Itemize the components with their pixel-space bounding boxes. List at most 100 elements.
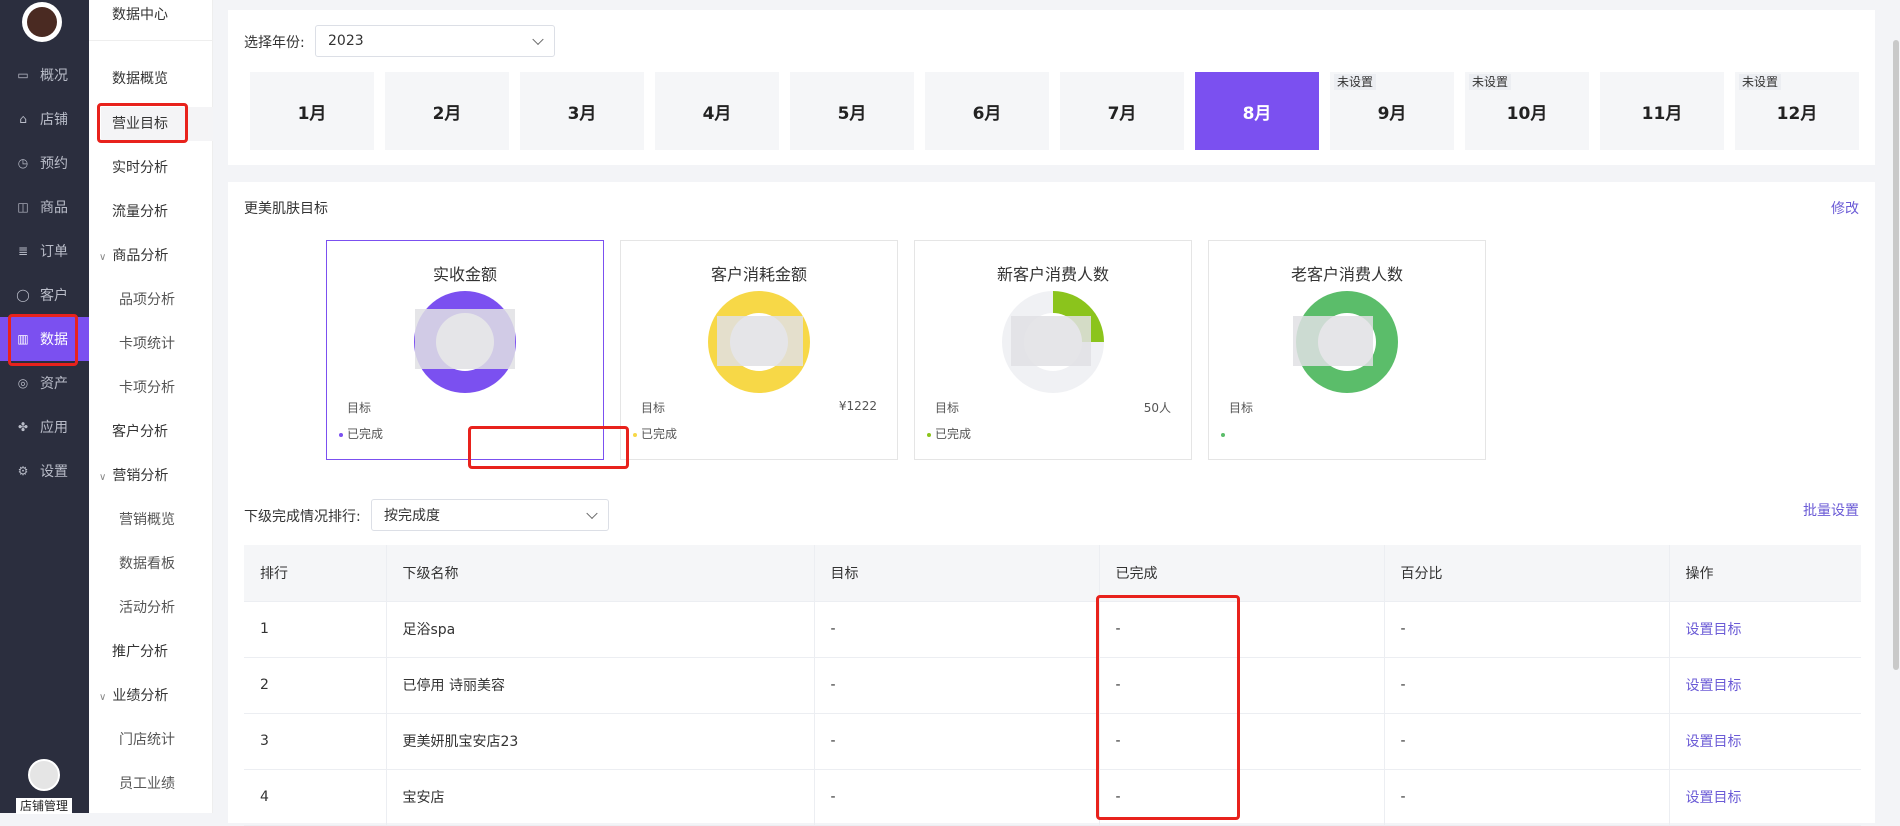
column-header: 百分比: [1384, 545, 1670, 602]
avatar[interactable]: [28, 759, 60, 791]
month-tab-12[interactable]: 未设置 12月: [1735, 72, 1859, 150]
rank-cell: 1: [244, 601, 387, 658]
sub-item-realtime[interactable]: 实时分析: [112, 158, 168, 178]
goal-card-title: 实收金额: [432, 265, 497, 284]
nav-item-apps[interactable]: ✤ 应用: [0, 405, 89, 449]
goal-card-title: 客户消耗金额: [710, 265, 807, 284]
nav-item-label: 店铺: [40, 112, 68, 128]
blurred-value: [415, 309, 515, 369]
month-label: 4月: [702, 103, 732, 124]
chevron-down-icon: ∨: [99, 252, 107, 263]
year-select[interactable]: 2023: [315, 25, 555, 57]
nav-item-settings[interactable]: ⚙ 设置: [0, 449, 89, 493]
goal-card-new-customers[interactable]: 新客户消费人数 目标 50人 已完成: [914, 240, 1192, 460]
sub-item-performance-analysis[interactable]: ∨ 业绩分析: [99, 686, 168, 706]
target-label: 目标: [935, 401, 960, 415]
nav-item-label: 资产: [40, 376, 68, 392]
table-row: 1 足浴spa - - - 设置目标: [244, 601, 1861, 658]
batch-settings-link[interactable]: 批量设置: [1803, 500, 1859, 520]
month-tab-10[interactable]: 未设置 10月: [1465, 72, 1589, 150]
name-cell: 足浴spa: [386, 601, 815, 658]
chevron-down-icon: ∨: [99, 692, 107, 703]
table-row: 3 更美妍肌宝安店23 - - - 设置目标: [244, 713, 1861, 770]
column-header: 目标: [814, 545, 1100, 602]
set-goal-link[interactable]: 设置目标: [1686, 678, 1742, 694]
chevron-down-icon: [532, 33, 544, 46]
sub-item-dashboard[interactable]: 数据看板: [119, 554, 175, 574]
sub-item-customer-analysis[interactable]: 客户分析: [112, 422, 168, 442]
chevron-down-icon: ∨: [99, 472, 107, 483]
goal-card-title: 老客户消费人数: [1290, 265, 1403, 284]
sub-item-marketing-analysis[interactable]: ∨ 营销分析: [99, 466, 168, 486]
target-cell: -: [814, 769, 1100, 826]
sub-item-traffic[interactable]: 流量分析: [112, 202, 168, 222]
sub-nav-title: 数据中心: [112, 7, 168, 23]
blurred-value: [1293, 316, 1373, 366]
sub-item-activity-analysis[interactable]: 活动分析: [119, 598, 175, 618]
nav-item-label: 概况: [40, 68, 68, 84]
nav-item-orders[interactable]: ≣ 订单: [0, 229, 89, 273]
set-goal-link[interactable]: 设置目标: [1686, 622, 1742, 638]
nav-item-overview[interactable]: ▭ 概况: [0, 53, 89, 97]
target-value: ¥1222: [838, 399, 877, 413]
sub-item-item-analysis[interactable]: 品项分析: [119, 290, 175, 310]
sub-item-promotion-analysis[interactable]: 推广分析: [112, 642, 168, 662]
month-tab-4[interactable]: 4月: [655, 72, 779, 150]
brand-logo[interactable]: [22, 2, 62, 42]
month-tab-11[interactable]: 11月: [1600, 72, 1724, 150]
month-tab-9[interactable]: 未设置 9月: [1330, 72, 1454, 150]
apps-icon: ✤: [17, 420, 29, 434]
month-tab-7[interactable]: 7月: [1060, 72, 1184, 150]
percent-cell: -: [1384, 769, 1670, 826]
user-icon: ◯: [16, 288, 30, 302]
month-tab-5[interactable]: 5月: [790, 72, 914, 150]
target-cell: -: [814, 713, 1100, 770]
month-tab-3[interactable]: 3月: [520, 72, 644, 150]
nav-item-store[interactable]: ⌂ 店铺: [0, 97, 89, 141]
sub-item-store-stats[interactable]: 门店统计: [119, 730, 175, 750]
money-icon: ◎: [17, 376, 29, 390]
goal-card-returning-customers[interactable]: 老客户消费人数 目标 已完成: [1208, 240, 1486, 460]
column-header: 下级名称: [386, 545, 815, 602]
ranking-label: 下级完成情况排行:: [244, 509, 361, 525]
nav-item-booking[interactable]: ◷ 预约: [0, 141, 89, 185]
ranking-sort-select[interactable]: 按完成度: [371, 499, 609, 531]
sub-item-marketing-overview[interactable]: 营销概览: [119, 510, 175, 530]
month-tab-8[interactable]: 8月: [1195, 72, 1319, 150]
percent-cell: -: [1384, 657, 1670, 714]
unset-badge: 未设置: [1469, 74, 1512, 90]
column-header: 操作: [1669, 545, 1861, 602]
month-tab-1[interactable]: 1月: [250, 72, 374, 150]
sub-item-product-analysis[interactable]: ∨ 商品分析: [99, 246, 168, 266]
set-goal-link[interactable]: 设置目标: [1686, 734, 1742, 750]
percent-cell: -: [1384, 713, 1670, 770]
nav-item-customers[interactable]: ◯ 客户: [0, 273, 89, 317]
goals-panel: 更美肌肤目标 修改 实收金额 目标 已完成 客户消耗金额 目标 ¥1222 已完…: [228, 182, 1875, 826]
sub-item-card-analysis[interactable]: 卡项分析: [119, 378, 175, 398]
rank-cell: 4: [244, 769, 387, 826]
name-cell: 宝安店: [386, 769, 815, 826]
bag-icon: ◫: [17, 200, 29, 214]
month-label: 8月: [1242, 103, 1272, 124]
nav-item-assets[interactable]: ◎ 资产: [0, 361, 89, 405]
ranking-sort-value: 按完成度: [384, 508, 440, 524]
scrollbar[interactable]: [1893, 40, 1899, 670]
edit-link[interactable]: 修改: [1831, 198, 1859, 218]
highlight-box: [97, 103, 188, 143]
goal-card-consumption[interactable]: 客户消耗金额 目标 ¥1222 已完成: [620, 240, 898, 460]
rank-cell: 2: [244, 657, 387, 714]
month-label: 6月: [972, 103, 1002, 124]
sub-item-data-overview[interactable]: 数据概览: [112, 69, 168, 89]
done-label: 已完成: [633, 425, 677, 442]
month-tab-6[interactable]: 6月: [925, 72, 1049, 150]
set-goal-link[interactable]: 设置目标: [1686, 790, 1742, 806]
sub-item-card-stats[interactable]: 卡项统计: [119, 334, 175, 354]
month-tab-2[interactable]: 2月: [385, 72, 509, 150]
table-row: 4 宝安店 - - - 设置目标: [244, 769, 1861, 826]
shop-manage-label[interactable]: 店铺管理: [16, 798, 72, 814]
sub-item-staff-performance[interactable]: 员工业绩: [119, 774, 175, 794]
target-label: 目标: [641, 401, 666, 415]
nav-item-products[interactable]: ◫ 商品: [0, 185, 89, 229]
year-label: 选择年份:: [244, 35, 305, 51]
rank-cell: 3: [244, 713, 387, 770]
